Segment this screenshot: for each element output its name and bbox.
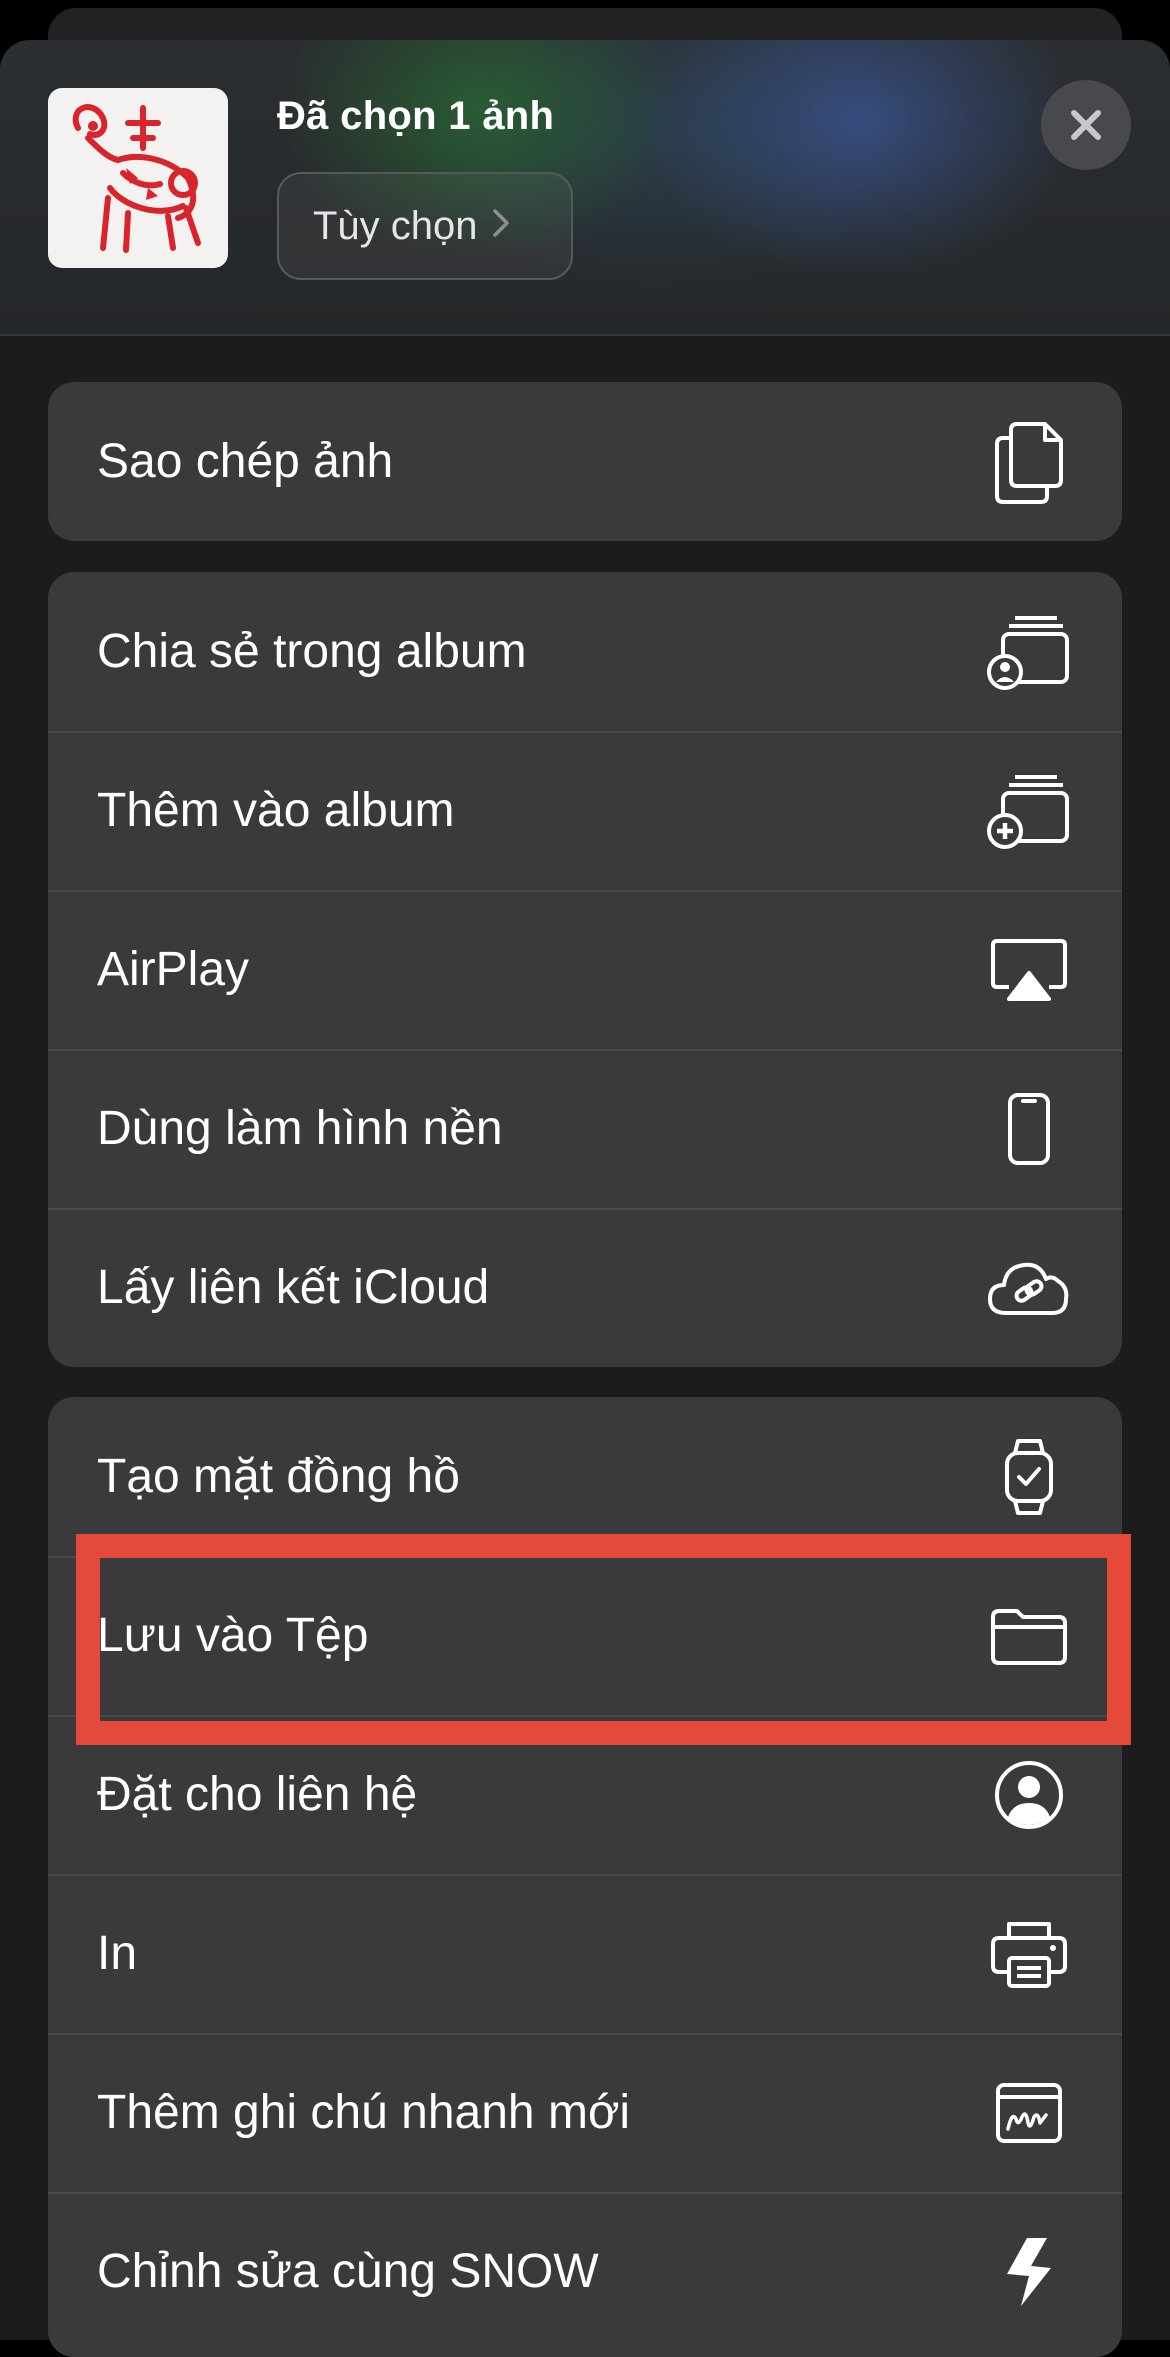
action-label: Thêm ghi chú nhanh mới [97,2086,631,2139]
snow-icon [984,2227,1074,2317]
airplay-icon [984,925,1074,1015]
options-label: Tùy chọn [313,203,478,248]
action-airplay[interactable]: AirPlay [48,890,1122,1049]
action-create-watch-face[interactable]: Tạo mặt đồng hồ [48,1397,1122,1556]
action-label: In [97,1927,138,1980]
contact-icon [984,1750,1074,1840]
printer-icon [984,1909,1074,1999]
action-edit-with-snow[interactable]: Chỉnh sửa cùng SNOW [48,2192,1122,2351]
action-label: Lưu vào Tệp [97,1609,369,1662]
action-share-album[interactable]: Chia sẻ trong album [48,572,1122,731]
action-label: Tạo mặt đồng hồ [97,1450,460,1503]
watch-icon [984,1432,1074,1522]
action-group-album: Chia sẻ trong album Thêm vào album AirPl… [48,572,1122,1367]
photo-thumbnail[interactable] [48,88,228,268]
add-album-icon [984,766,1074,856]
action-new-quick-note[interactable]: Thêm ghi chú nhanh mới [48,2033,1122,2192]
action-print[interactable]: In [48,1874,1122,2033]
shared-album-icon [984,607,1074,697]
folder-icon [984,1591,1074,1681]
action-label: Lấy liên kết iCloud [97,1261,490,1314]
iphone-icon [984,1084,1074,1174]
action-group-copy: Sao chép ảnh [48,382,1122,541]
chevron-right-icon [492,205,510,247]
close-icon [1071,110,1101,140]
action-label: Chỉnh sửa cùng SNOW [97,2245,599,2298]
action-label: Sao chép ảnh [97,435,394,488]
action-save-to-files[interactable]: Lưu vào Tệp [48,1556,1122,1715]
copy-icon [984,417,1074,507]
action-icloud-link[interactable]: Lấy liên kết iCloud [48,1208,1122,1367]
action-label: Đặt cho liên hệ [97,1768,418,1821]
action-assign-contact[interactable]: Đặt cho liên hệ [48,1715,1122,1874]
action-label: Dùng làm hình nền [97,1102,503,1155]
options-button[interactable]: Tùy chọn [277,172,573,280]
action-label: Thêm vào album [97,784,455,837]
quick-note-icon [984,2068,1074,2158]
action-group-other: Tạo mặt đồng hồ Lưu vào Tệp Đặt cho liên… [48,1397,1122,2357]
close-button[interactable] [1041,80,1131,170]
selection-title: Đã chọn 1 ảnh [277,94,555,138]
share-sheet-header: Đã chọn 1 ảnh Tùy chọn [0,40,1170,336]
action-set-wallpaper[interactable]: Dùng làm hình nền [48,1049,1122,1208]
action-copy-photo[interactable]: Sao chép ảnh [48,382,1122,541]
cloud-link-icon [984,1243,1074,1333]
action-add-to-album[interactable]: Thêm vào album [48,731,1122,890]
paper-cut-goat-image [72,104,201,253]
action-label: AirPlay [97,943,250,996]
action-label: Chia sẻ trong album [97,625,527,678]
